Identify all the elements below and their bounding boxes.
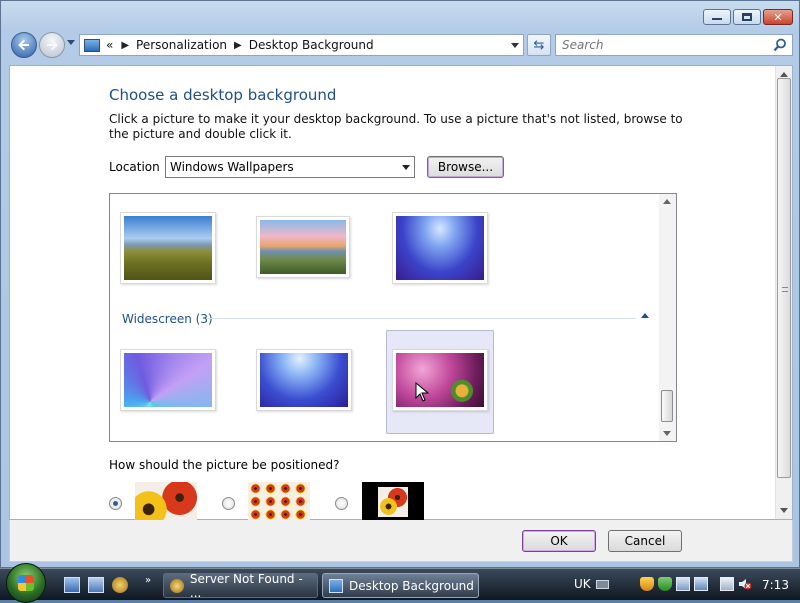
ok-button[interactable]: OK [522, 530, 596, 552]
position-radio-tile[interactable] [222, 497, 235, 510]
taskbar-button-browser[interactable]: Server Not Found - ... [163, 571, 318, 600]
start-button[interactable] [6, 563, 46, 603]
navigation-bar: « ▶ Personalization ▶ Desktop Background… [9, 31, 795, 59]
breadcrumb-overflow[interactable]: « [106, 38, 113, 52]
wallpaper-image [396, 353, 484, 407]
back-arrow-icon [18, 39, 29, 51]
taskbar: » Server Not Found - ... Desktop Backgro… [0, 563, 800, 603]
breadcrumb-separator-icon: ▶ [121, 39, 130, 51]
search-icon[interactable] [773, 38, 787, 52]
position-fit-preview[interactable] [135, 482, 197, 521]
quick-launch-overflow-icon[interactable]: » [145, 575, 151, 586]
content-scroll-thumb[interactable] [777, 78, 791, 478]
scroll-down-icon[interactable] [663, 431, 671, 436]
wallpaper-image [124, 216, 212, 280]
address-bar[interactable]: « ▶ Personalization ▶ Desktop Background [79, 34, 524, 56]
language-indicator[interactable]: UK [574, 577, 591, 591]
maximize-icon [742, 13, 752, 21]
chevron-down-icon [402, 165, 410, 170]
minimize-icon [712, 18, 722, 20]
close-icon: ✕ [773, 10, 783, 24]
wallpaper-image [260, 220, 346, 274]
position-center-preview[interactable] [362, 482, 424, 521]
gallery-scroll-thumb[interactable] [661, 390, 673, 422]
switch-windows-icon[interactable] [88, 577, 104, 593]
device-icon[interactable] [676, 577, 690, 591]
recent-pages-dropdown-icon[interactable] [67, 40, 75, 45]
browse-button[interactable]: Browse... [427, 156, 504, 178]
breadcrumb-separator-icon: ▶ [234, 39, 242, 51]
wallpaper-blue-aurora-wide[interactable] [256, 349, 352, 411]
minimize-button[interactable] [703, 9, 731, 25]
caption-buttons: ✕ [703, 9, 793, 25]
network-icon[interactable] [720, 577, 734, 591]
gallery-scrollbar[interactable] [659, 194, 676, 441]
position-radio-center[interactable] [335, 497, 348, 510]
wallpaper-windows-flower-pink[interactable] [392, 349, 488, 411]
wallpaper-blue-rays[interactable] [120, 349, 216, 411]
group-divider [208, 318, 636, 319]
location-label: Location [109, 160, 160, 174]
taskbar-button-desktop-background[interactable]: Desktop Background [322, 573, 479, 598]
browser-icon [170, 578, 184, 593]
back-button[interactable] [11, 32, 37, 58]
scroll-up-icon[interactable] [780, 72, 788, 77]
position-question: How should the picture be positioned? [109, 458, 340, 472]
position-radio-fit[interactable] [109, 497, 122, 510]
show-desktop-icon[interactable] [64, 577, 80, 593]
taskbar-button-label: Server Not Found - ... [189, 571, 303, 600]
volume-muted-icon[interactable] [738, 577, 752, 591]
scroll-down-icon[interactable] [780, 508, 788, 513]
display-icon[interactable] [694, 577, 708, 591]
wallpaper-image [396, 216, 484, 280]
control-panel-icon [84, 38, 100, 52]
forward-arrow-icon [47, 39, 58, 51]
mouse-cursor-icon [415, 382, 429, 402]
location-select-value: Windows Wallpapers [170, 160, 294, 174]
defender-shield-icon[interactable] [658, 577, 672, 591]
page-title: Choose a desktop background [109, 86, 337, 104]
flower-tile-preview-image [248, 482, 310, 521]
taskbar-button-label: Desktop Background [349, 578, 474, 593]
search-box[interactable] [555, 34, 793, 56]
wallpaper-gallery: Widescreen (3) [109, 193, 677, 442]
wallpaper-beach-grass[interactable] [120, 212, 216, 284]
clock[interactable]: 7:13 [762, 578, 789, 592]
breadcrumb-desktop-background[interactable]: Desktop Background [249, 38, 374, 52]
search-input[interactable] [556, 35, 756, 55]
wallpaper-sunset-lake[interactable] [256, 216, 350, 278]
content-pane: Choose a desktop background Click a pict… [9, 65, 793, 521]
notification-area: UK 7:13 [570, 569, 800, 601]
flower-center-preview-image [378, 487, 408, 517]
forward-button[interactable] [39, 32, 65, 58]
explorer-window: ✕ « ▶ Personalization ▶ Desktop Backgrou… [0, 0, 800, 568]
grip-icon [782, 287, 788, 292]
refresh-icon: ⇆ [533, 37, 545, 53]
wallpaper-blue-aurora[interactable] [392, 212, 488, 284]
scroll-up-icon[interactable] [663, 199, 671, 204]
volume-muted-glyph [739, 579, 752, 590]
group-header-widescreen[interactable]: Widescreen (3) [122, 312, 213, 326]
page-description: Click a picture to make it your desktop … [109, 112, 683, 141]
cancel-button[interactable]: Cancel [608, 530, 682, 552]
keyboard-icon[interactable] [596, 580, 609, 589]
maximize-button[interactable] [733, 9, 761, 25]
security-shield-icon[interactable] [640, 577, 654, 591]
breadcrumb-personalization[interactable]: Personalization [136, 38, 227, 52]
flower-preview-image [135, 482, 197, 521]
content-scrollbar[interactable] [775, 66, 792, 519]
refresh-button[interactable]: ⇆ [527, 34, 551, 56]
collapse-group-icon[interactable] [641, 313, 649, 318]
browser-quicklaunch-icon[interactable] [112, 577, 128, 593]
close-button[interactable]: ✕ [763, 9, 793, 25]
position-tile-preview[interactable] [248, 482, 310, 521]
dialog-button-bar: OK Cancel [9, 520, 793, 562]
location-select[interactable]: Windows Wallpapers [165, 156, 415, 178]
control-panel-icon [329, 578, 343, 593]
wallpaper-image [260, 353, 348, 407]
address-dropdown-icon[interactable] [511, 43, 519, 48]
wallpaper-image [124, 353, 212, 407]
